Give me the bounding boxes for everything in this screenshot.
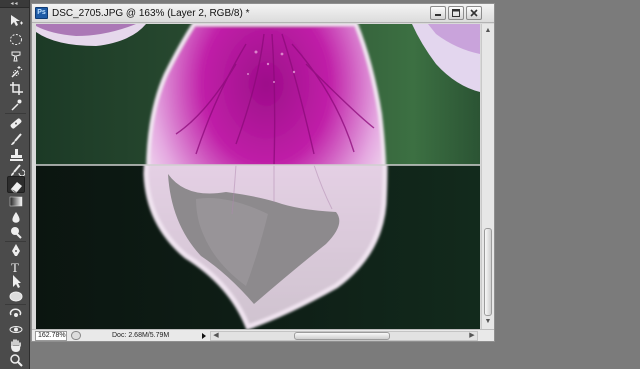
magic-wand-icon: [11, 66, 23, 78]
scroll-right-icon[interactable]: ▶: [468, 331, 476, 341]
3d-orbit-icon: [9, 326, 23, 333]
gradient-tool[interactable]: [7, 193, 25, 210]
collapse-arrows-icon: ◂◂: [10, 0, 19, 7]
brush-tool[interactable]: [7, 131, 25, 148]
document-title: DSC_2705.JPG @ 163% (Layer 2, RGB/8) *: [52, 8, 250, 19]
document-title-bar[interactable]: Ps DSC_2705.JPG @ 163% (Layer 2, RGB/8) …: [32, 4, 494, 23]
elliptical-marquee-icon: [10, 34, 22, 45]
flower-petal-photo: [36, 24, 480, 329]
3d-orbit-tool[interactable]: [7, 321, 25, 338]
document-size-info: Doc: 2.68M/5.79M: [112, 332, 170, 339]
scroll-down-icon[interactable]: ▼: [483, 317, 493, 327]
zoom-icon: [10, 354, 23, 367]
tool-separator: [5, 113, 26, 114]
quick-selection-tool[interactable]: [7, 64, 25, 81]
healing-brush-tool[interactable]: [7, 115, 25, 132]
bandage-icon: [10, 118, 22, 129]
status-info-icon[interactable]: [71, 331, 81, 340]
status-bar: 162.78% Doc: 2.68M/5.79M ◀ ▶: [32, 329, 494, 341]
tools-panel: ◂◂ T: [0, 0, 30, 369]
close-icon: [470, 9, 478, 17]
eraser-icon: [10, 182, 22, 193]
minimize-button[interactable]: [430, 6, 446, 20]
3d-rotate-icon: [9, 308, 22, 317]
shape-tool[interactable]: [7, 288, 25, 305]
scroll-up-icon[interactable]: ▲: [483, 26, 493, 36]
panel-collapse-grip[interactable]: ◂◂: [0, 0, 29, 8]
document-window: Ps DSC_2705.JPG @ 163% (Layer 2, RGB/8) …: [31, 3, 495, 342]
photoshop-logo-icon: Ps: [35, 7, 48, 19]
eraser-tool[interactable]: [7, 176, 25, 193]
move-icon: [11, 15, 23, 26]
pen-tool[interactable]: [7, 242, 25, 259]
zoom-tool[interactable]: [7, 352, 25, 369]
maximize-button[interactable]: [448, 6, 464, 20]
pen-icon: [12, 244, 20, 256]
lasso-icon: [11, 51, 21, 62]
maximize-icon: [452, 9, 460, 17]
move-tool[interactable]: [7, 12, 25, 29]
crop-tool[interactable]: [7, 80, 25, 97]
gradient-icon: [9, 196, 23, 207]
horizontal-scrollbar[interactable]: ◀ ▶: [210, 331, 478, 341]
brush-icon: [11, 133, 22, 145]
crop-icon: [10, 82, 23, 95]
close-button[interactable]: [466, 6, 482, 20]
dodge-icon: [11, 227, 22, 239]
marquee-tool[interactable]: [7, 31, 25, 48]
minimize-icon: [435, 14, 441, 16]
status-menu-arrow-icon[interactable]: [200, 331, 208, 341]
vertical-scroll-thumb[interactable]: [484, 228, 492, 316]
scroll-left-icon[interactable]: ◀: [212, 331, 220, 341]
lasso-tool[interactable]: [7, 48, 25, 65]
ellipse-icon: [9, 291, 23, 302]
zoom-level-field[interactable]: 162.78%: [35, 331, 67, 341]
image-canvas[interactable]: [36, 24, 480, 329]
eyedropper-tool[interactable]: [7, 96, 25, 113]
eyedropper-icon: [11, 99, 22, 111]
3d-rotate-tool[interactable]: [7, 305, 25, 322]
horizontal-scroll-thumb[interactable]: [294, 332, 390, 340]
dodge-tool[interactable]: [7, 224, 25, 241]
vertical-scrollbar[interactable]: ▲ ▼: [481, 24, 494, 329]
